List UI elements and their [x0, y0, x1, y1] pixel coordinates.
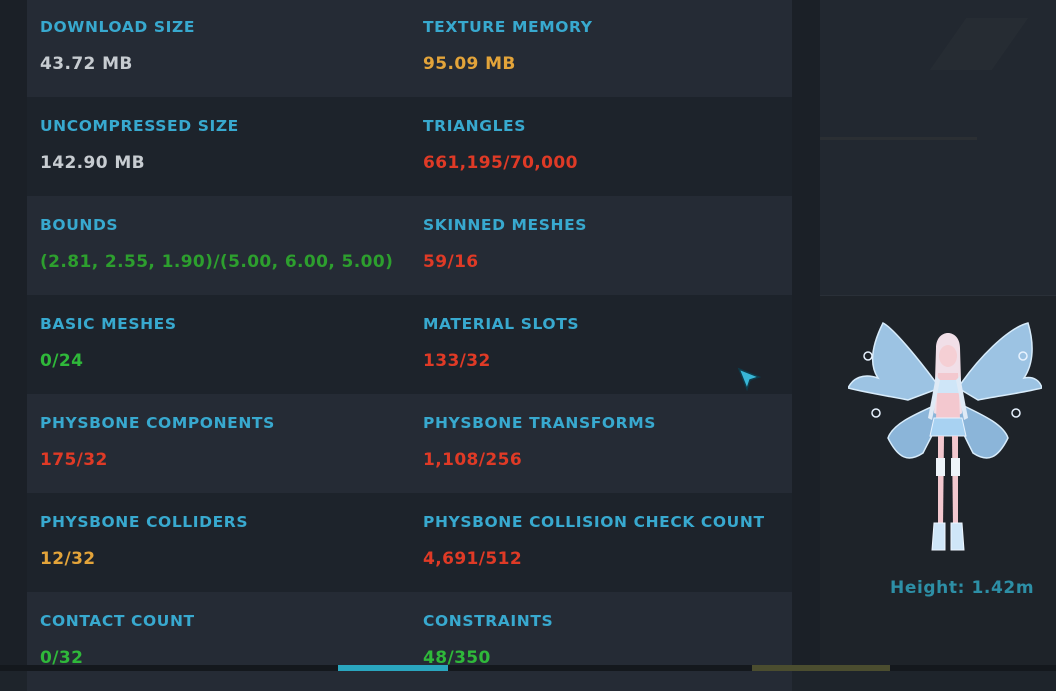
stat-uncompressed-size: UNCOMPRESSED SIZE 142.90 MB [40, 97, 410, 196]
stat-label: CONSTRAINTS [423, 612, 554, 630]
stat-label: BASIC MESHES [40, 315, 177, 333]
stat-value: 59/16 [423, 252, 479, 272]
stat-value: 43.72 MB [40, 54, 133, 74]
stat-value: 95.09 MB [423, 54, 516, 74]
stat-label: UNCOMPRESSED SIZE [40, 117, 239, 135]
stat-material-slots: MATERIAL SLOTS 133/32 [423, 295, 783, 394]
stat-label: BOUNDS [40, 216, 119, 234]
avatar-preview-image [848, 321, 1042, 551]
stat-row-1: DOWNLOAD SIZE 43.72 MB TEXTURE MEMORY 95… [27, 0, 792, 97]
stat-label: PHYSBONE COLLIDERS [40, 513, 249, 531]
stat-contact-count: CONTACT COUNT 0/32 [40, 592, 410, 691]
stat-skinned-meshes: SKINNED MESHES 59/16 [423, 196, 783, 295]
stat-label: PHYSBONE COMPONENTS [40, 414, 275, 432]
avatar-height-label: Height: 1.42m [890, 578, 1035, 598]
stat-row-4: BASIC MESHES 0/24 MATERIAL SLOTS 133/32 [27, 295, 792, 394]
stat-value: (2.81, 2.55, 1.90)/(5.00, 6.00, 5.00) [40, 252, 394, 272]
stat-label: DOWNLOAD SIZE [40, 18, 196, 36]
stat-physbone-collision-check-count: PHYSBONE COLLISION CHECK COUNT 4,691/512 [423, 493, 783, 592]
stat-row-3: BOUNDS (2.81, 2.55, 1.90)/(5.00, 6.00, 5… [27, 196, 792, 295]
bottom-toolbar-strip [0, 665, 1056, 671]
stat-basic-meshes: BASIC MESHES 0/24 [40, 295, 410, 394]
stat-row-7: CONTACT COUNT 0/32 CONSTRAINTS 48/350 [27, 592, 792, 691]
stat-label: CONTACT COUNT [40, 612, 195, 630]
stat-value: 133/32 [423, 351, 491, 371]
stat-texture-memory: TEXTURE MEMORY 95.09 MB [423, 0, 783, 97]
stat-value: 4,691/512 [423, 549, 523, 569]
arrow-cursor-icon [737, 367, 761, 391]
stat-value: 12/32 [40, 549, 96, 569]
performance-stats-panel: DOWNLOAD SIZE 43.72 MB TEXTURE MEMORY 95… [27, 0, 792, 691]
stat-value: 1,108/256 [423, 450, 523, 470]
stat-physbone-components: PHYSBONE COMPONENTS 175/32 [40, 394, 410, 493]
stat-row-6: PHYSBONE COLLIDERS 12/32 PHYSBONE COLLIS… [27, 493, 792, 592]
bottom-tab-active-indicator[interactable] [338, 665, 448, 671]
stat-label: PHYSBONE COLLISION CHECK COUNT [423, 513, 765, 531]
stat-physbone-transforms: PHYSBONE TRANSFORMS 1,108/256 [423, 394, 783, 493]
stat-label: TRIANGLES [423, 117, 526, 135]
stat-value: 175/32 [40, 450, 108, 470]
stat-download-size: DOWNLOAD SIZE 43.72 MB [40, 0, 410, 97]
stat-triangles: TRIANGLES 661,195/70,000 [423, 97, 783, 196]
bottom-tab-segment[interactable] [752, 665, 890, 671]
stat-label: PHYSBONE TRANSFORMS [423, 414, 656, 432]
stat-label: SKINNED MESHES [423, 216, 588, 234]
stat-row-2: UNCOMPRESSED SIZE 142.90 MB TRIANGLES 66… [27, 97, 792, 196]
stat-label: TEXTURE MEMORY [423, 18, 593, 36]
avatar-preview-panel: Height: 1.42m [820, 0, 1056, 671]
stat-value: 0/24 [40, 351, 84, 371]
stat-constraints: CONSTRAINTS 48/350 [423, 592, 783, 691]
preview-background [820, 0, 1056, 295]
stat-value: 142.90 MB [40, 153, 145, 173]
stat-physbone-colliders: PHYSBONE COLLIDERS 12/32 [40, 493, 410, 592]
stat-label: MATERIAL SLOTS [423, 315, 580, 333]
stat-row-5: PHYSBONE COMPONENTS 175/32 PHYSBONE TRAN… [27, 394, 792, 493]
stat-value: 661,195/70,000 [423, 153, 578, 173]
stat-bounds: BOUNDS (2.81, 2.55, 1.90)/(5.00, 6.00, 5… [40, 196, 410, 295]
